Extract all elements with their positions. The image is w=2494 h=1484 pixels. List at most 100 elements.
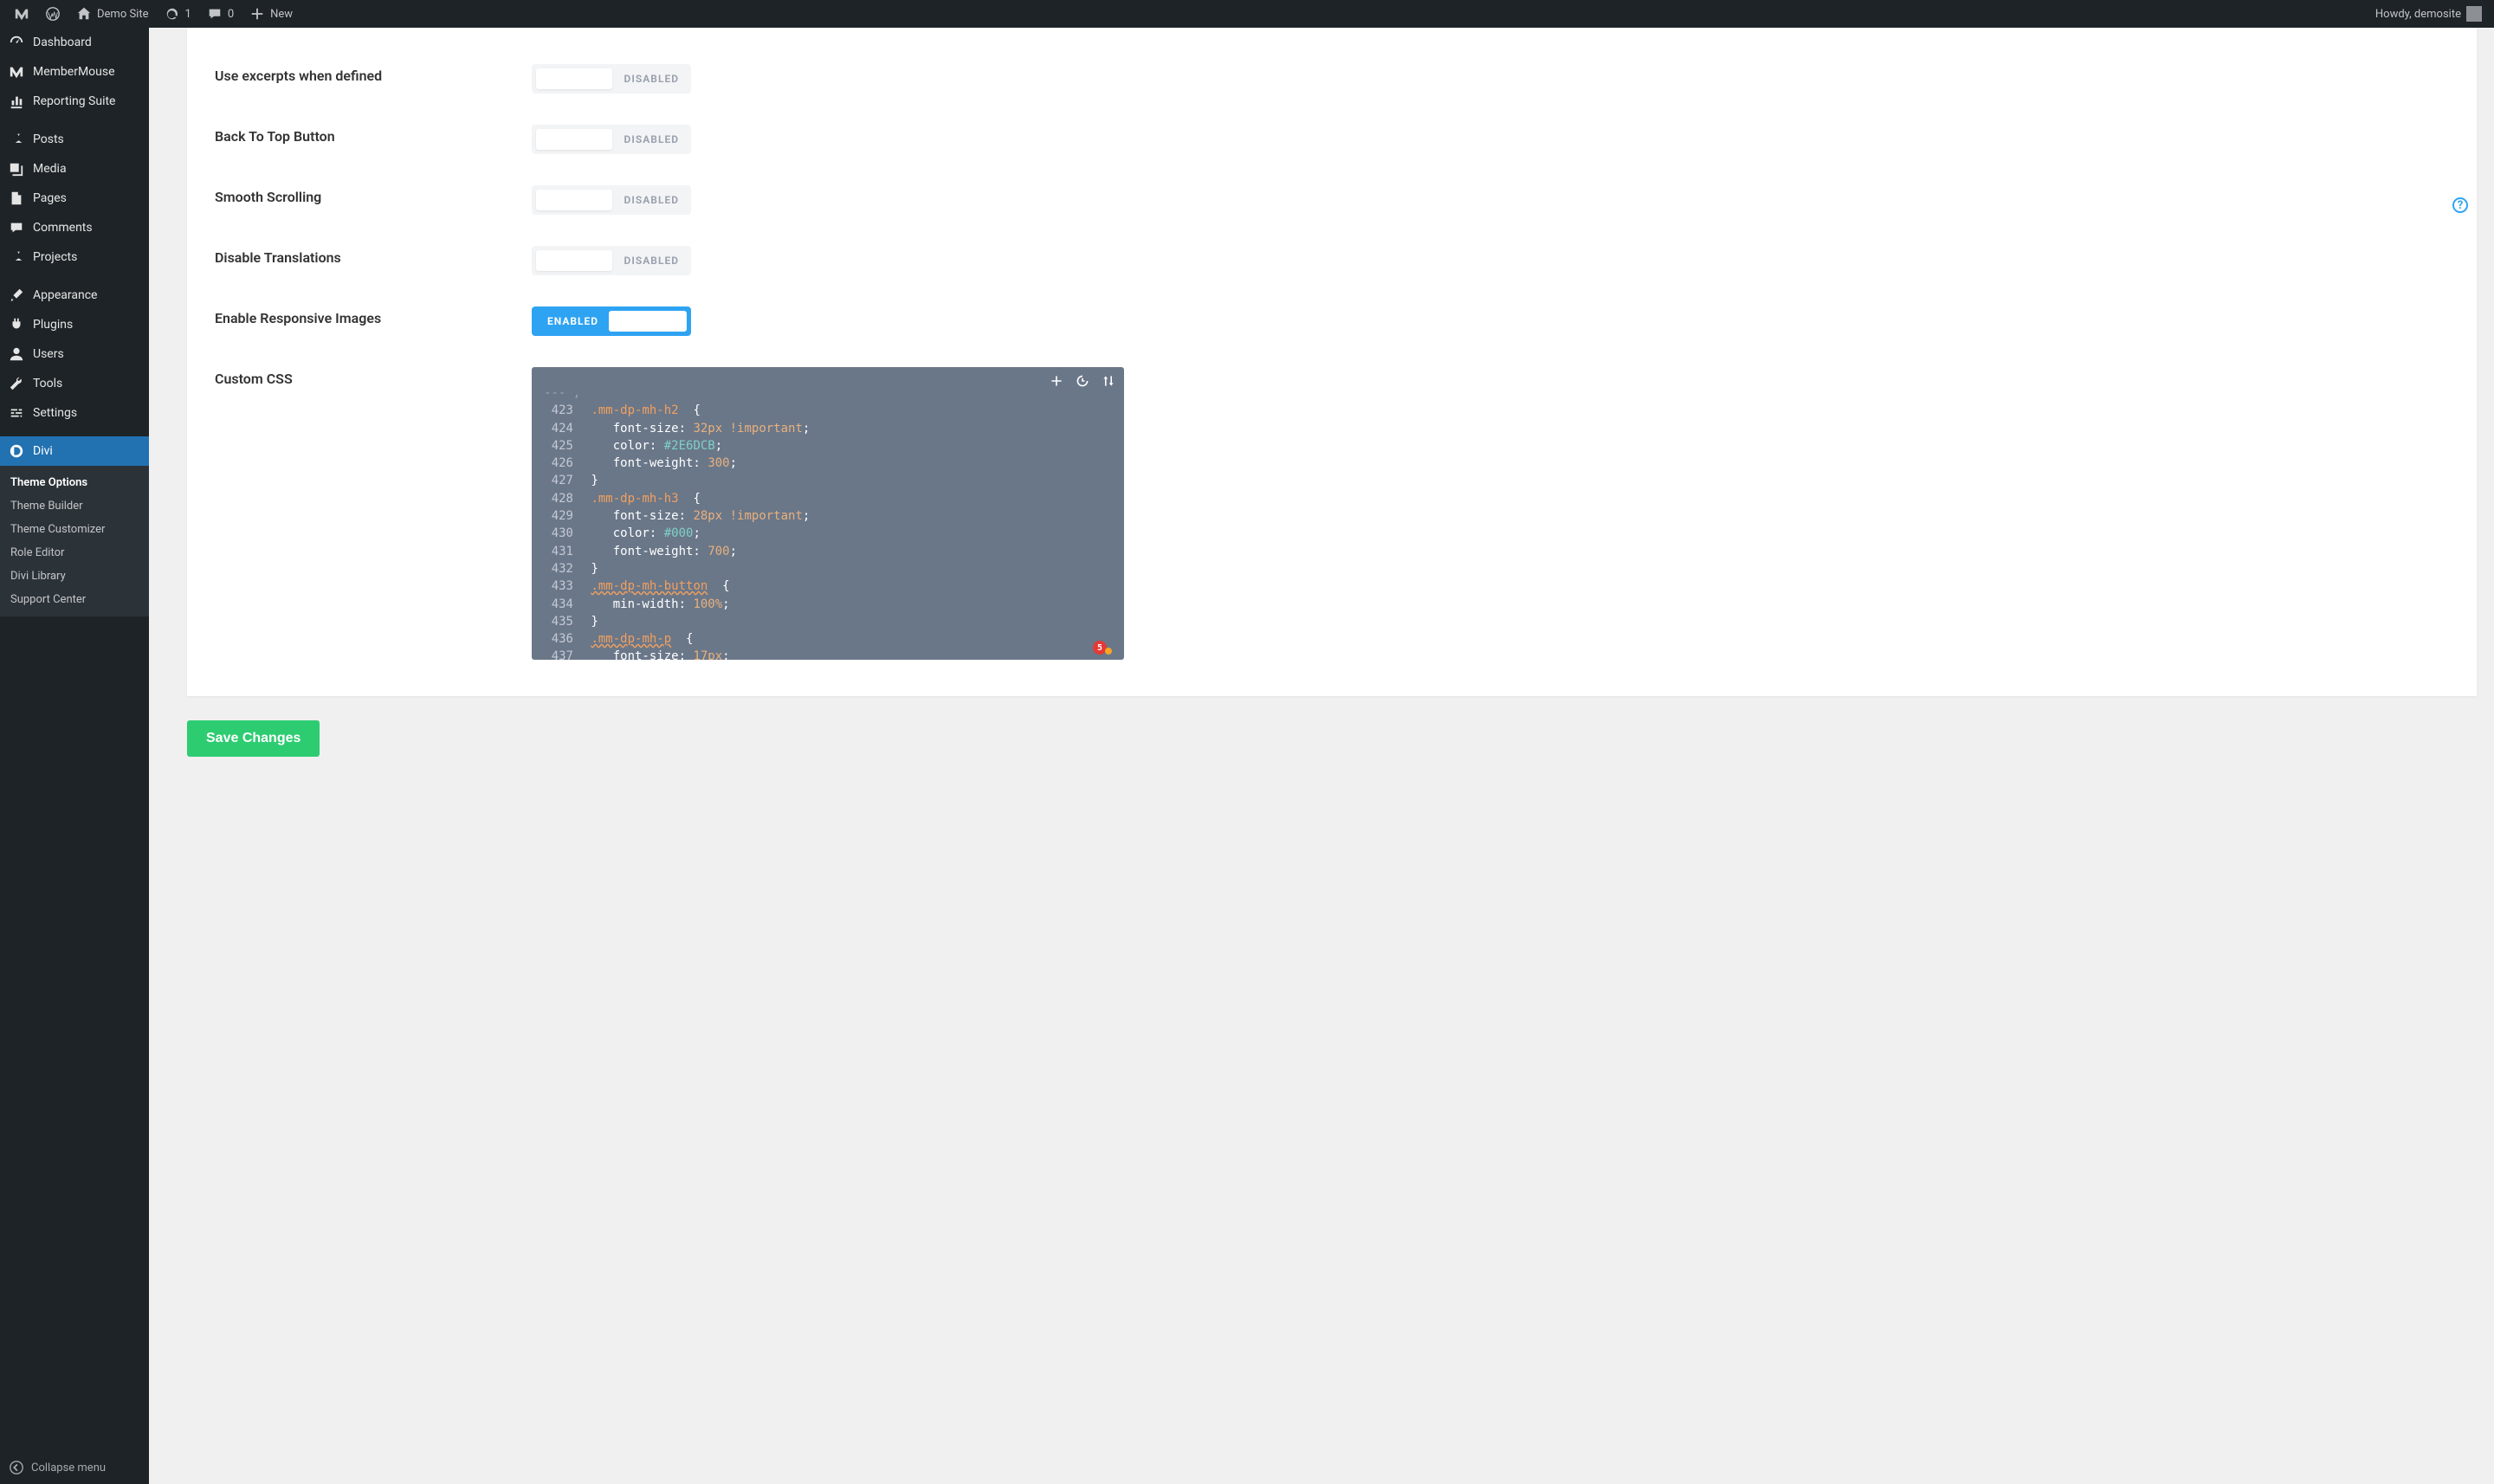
toggle-responsive-images[interactable]: ENABLED	[532, 306, 691, 336]
toggle-knob	[536, 190, 612, 210]
option-label: Smooth Scrolling	[215, 185, 532, 205]
toggle-state: DISABLED	[624, 255, 679, 267]
collapse-label: Collapse menu	[31, 1461, 106, 1474]
option-smooth-scrolling: Smooth Scrolling DISABLED	[187, 170, 2477, 230]
toggle-translations[interactable]: DISABLED	[532, 246, 691, 275]
mm-logo-icon	[14, 6, 29, 22]
mm-logo-menu[interactable]	[7, 0, 36, 28]
sidebar-item-users[interactable]: Users	[0, 339, 149, 369]
brush-icon	[9, 287, 24, 303]
chart-icon	[9, 94, 24, 109]
option-label: Disable Translations	[215, 246, 532, 266]
option-label: Custom CSS	[215, 367, 532, 660]
toggle-state: ENABLED	[547, 315, 598, 327]
plug-icon	[9, 317, 24, 332]
sidebar-item-membermouse[interactable]: MemberMouse	[0, 57, 149, 87]
option-excerpts: Use excerpts when defined DISABLED	[187, 48, 2477, 109]
sidebar-label: Divi	[33, 444, 53, 458]
submenu-theme-options[interactable]: Theme Options	[0, 471, 149, 494]
admin-sidebar: Dashboard MemberMouse Reporting Suite Po…	[0, 28, 149, 1484]
sidebar-item-reporting[interactable]: Reporting Suite	[0, 87, 149, 116]
comments-menu[interactable]: 0	[200, 0, 241, 28]
adminbar-left: Demo Site 1 0 New	[7, 0, 2368, 28]
sidebar-item-tools[interactable]: Tools	[0, 369, 149, 398]
dashboard-icon	[9, 35, 24, 50]
sidebar-item-plugins[interactable]: Plugins	[0, 310, 149, 339]
toggle-knob	[536, 250, 612, 271]
sidebar-item-comments[interactable]: Comments	[0, 213, 149, 242]
option-label: Enable Responsive Images	[215, 306, 532, 326]
toggle-back-to-top[interactable]: DISABLED	[532, 125, 691, 154]
toggle-excerpts[interactable]: DISABLED	[532, 64, 691, 94]
sidebar-label: Tools	[33, 377, 62, 390]
sidebar-label: Appearance	[33, 288, 97, 302]
warning-dot-icon	[1105, 648, 1112, 655]
custom-css-editor[interactable]: --- , 423 .mm-dp-mh-h2 { 424 font-size: …	[532, 367, 1124, 660]
option-custom-css: Custom CSS --- , 423 .mm-dp-mh-h2 { 424 …	[187, 352, 2477, 675]
sidebar-item-divi[interactable]: Divi	[0, 436, 149, 466]
new-content-menu[interactable]: New	[242, 0, 300, 28]
comments-count: 0	[228, 8, 234, 21]
plus-icon	[249, 6, 265, 22]
sidebar-label: Settings	[33, 406, 77, 420]
divi-icon	[9, 443, 24, 459]
collapse-icon	[9, 1460, 24, 1475]
sidebar-item-pages[interactable]: Pages	[0, 184, 149, 213]
avatar	[2466, 6, 2482, 22]
pin-icon	[9, 249, 24, 265]
wrench-icon	[9, 376, 24, 391]
sidebar-item-settings[interactable]: Settings	[0, 398, 149, 428]
sidebar-label: Pages	[33, 191, 67, 205]
toggle-state: DISABLED	[624, 133, 679, 145]
media-icon	[9, 161, 24, 177]
sliders-icon	[9, 405, 24, 421]
submenu-support-center[interactable]: Support Center	[0, 588, 149, 611]
sidebar-item-media[interactable]: Media	[0, 154, 149, 184]
submenu-divi-library[interactable]: Divi Library	[0, 565, 149, 588]
option-back-to-top: Back To Top Button DISABLED	[187, 109, 2477, 170]
css-sort-icon[interactable]	[1102, 374, 1115, 388]
option-disable-translations: Disable Translations DISABLED	[187, 230, 2477, 291]
site-name-label: Demo Site	[97, 8, 149, 21]
wordpress-icon	[45, 6, 61, 22]
sidebar-item-posts[interactable]: Posts	[0, 125, 149, 154]
save-changes-button[interactable]: Save Changes	[187, 720, 320, 757]
css-add-icon[interactable]	[1050, 374, 1063, 388]
sidebar-label: Comments	[33, 221, 93, 235]
submenu-theme-builder[interactable]: Theme Builder	[0, 494, 149, 518]
wp-logo-menu[interactable]	[38, 0, 68, 28]
submenu-theme-customizer[interactable]: Theme Customizer	[0, 518, 149, 541]
toggle-knob	[536, 129, 612, 150]
toggle-knob	[609, 311, 687, 332]
help-button[interactable]: ?	[2452, 197, 2468, 213]
divi-submenu: Theme Options Theme Builder Theme Custom…	[0, 466, 149, 616]
active-arrow-icon	[140, 442, 158, 460]
sidebar-label: Plugins	[33, 318, 73, 332]
sidebar-item-projects[interactable]: Projects	[0, 242, 149, 272]
collapse-menu-button[interactable]: Collapse menu	[0, 1451, 149, 1484]
sidebar-label: Reporting Suite	[33, 94, 115, 108]
updates-menu[interactable]: 1	[158, 0, 198, 28]
sidebar-label: Projects	[33, 250, 77, 264]
pin-icon	[9, 132, 24, 147]
site-name-menu[interactable]: Demo Site	[69, 0, 156, 28]
sidebar-label: Users	[33, 347, 64, 361]
css-reset-icon[interactable]	[1076, 374, 1089, 388]
sidebar-item-dashboard[interactable]: Dashboard	[0, 28, 149, 57]
updates-count: 1	[185, 8, 191, 21]
account-menu[interactable]: Howdy, demosite	[2368, 0, 2487, 28]
option-label: Use excerpts when defined	[215, 64, 532, 84]
sidebar-item-appearance[interactable]: Appearance	[0, 281, 149, 310]
css-code-area[interactable]: --- , 423 .mm-dp-mh-h2 { 424 font-size: …	[532, 367, 1124, 660]
toggle-state: DISABLED	[624, 73, 679, 85]
sidebar-label: MemberMouse	[33, 65, 115, 79]
wp-admin-bar: Demo Site 1 0 New Howdy, demosite	[0, 0, 2494, 28]
comment-icon	[9, 220, 24, 236]
page-icon	[9, 190, 24, 206]
home-icon	[76, 6, 92, 22]
css-toolbar	[1050, 374, 1115, 388]
sidebar-label: Posts	[33, 132, 64, 146]
submenu-role-editor[interactable]: Role Editor	[0, 541, 149, 565]
css-error-badge[interactable]: 5	[1093, 641, 1112, 655]
toggle-smooth-scrolling[interactable]: DISABLED	[532, 185, 691, 215]
